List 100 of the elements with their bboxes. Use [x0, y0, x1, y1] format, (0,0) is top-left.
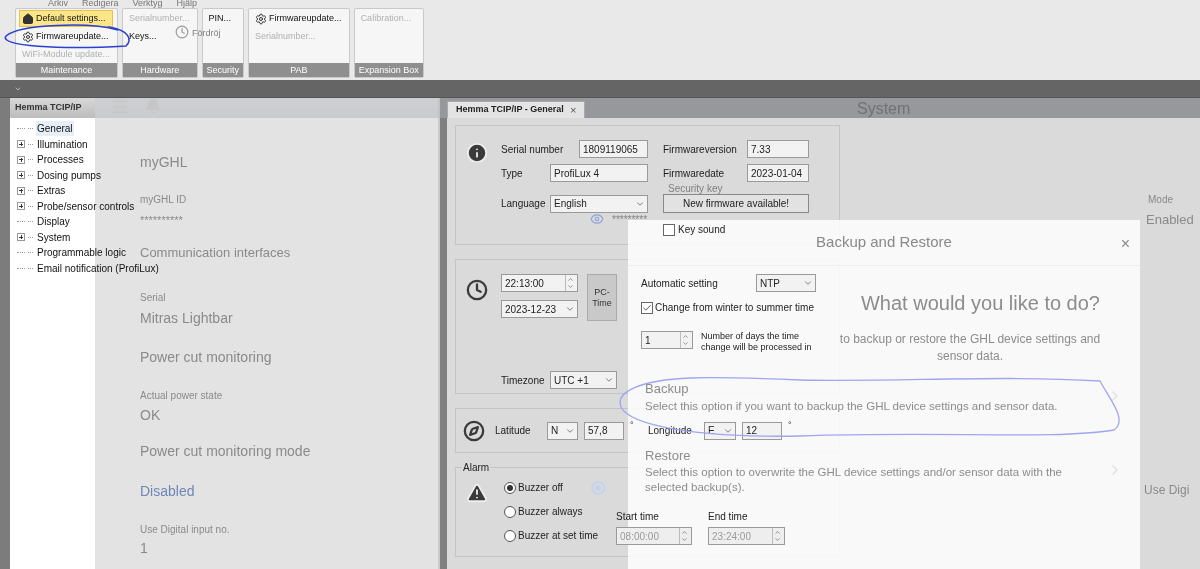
option-title: Restore [645, 446, 691, 465]
tree-item[interactable]: Dosing pumps [36, 167, 102, 183]
toolbar-label[interactable]: Fördröj [192, 27, 221, 41]
close-tab-button[interactable]: × [569, 101, 577, 119]
field-label: Timezone [501, 373, 546, 388]
ribbon-button[interactable]: Firmwareupdate... [19, 28, 114, 45]
option-description: Select this option to overwrite the GHL device settings and/or sensor data with the selected backup(s). [645, 465, 1063, 495]
menu-item[interactable]: Hjälp [176, 0, 198, 8]
field-label: Automatic setting [641, 276, 719, 291]
tree-item[interactable]: General [36, 121, 74, 137]
dropdown-caret-icon [565, 304, 575, 314]
background-text: Use Digi [1144, 482, 1190, 499]
latitude-direction-dropdown[interactable]: N [547, 421, 578, 440]
menu-item[interactable]: Arkiv [48, 0, 68, 8]
new-firmware-button[interactable]: New firmware available! [663, 194, 809, 213]
background-text: Security key [668, 182, 723, 196]
spin-arrows-icon [679, 528, 690, 544]
gear-icon [255, 12, 268, 25]
field-label: Firmwareversion [663, 142, 738, 157]
time-field[interactable]: 22:13:00 [501, 274, 578, 292]
expand-plus-icon[interactable] [17, 140, 25, 149]
ribbon-group-label: Expansion Box [354, 63, 423, 77]
background-text: Power cut monitoring mode [140, 442, 311, 461]
field-label: Serial number [501, 142, 565, 157]
automatic-setting-dropdown[interactable]: NTP [756, 274, 816, 292]
expand-plus-icon[interactable] [17, 233, 25, 242]
firmware-version-field[interactable]: 7.33 [747, 140, 809, 158]
field-label: Key sound [678, 223, 726, 237]
background-text: Mode [1148, 193, 1173, 207]
dropdown-caret-icon [604, 375, 614, 385]
house-icon [22, 12, 34, 25]
background-text: Power cut monitoring [140, 348, 272, 367]
field-label: Number of days the time change will be processed in [701, 331, 813, 353]
option-title: Backup [645, 380, 689, 398]
date-dropdown[interactable]: 2023-12-23 [501, 300, 578, 318]
spin-arrows-icon [772, 528, 783, 544]
ribbon-group-label: Hardware [123, 63, 197, 77]
days-spin-field[interactable]: 1 [641, 331, 693, 349]
document-tab[interactable]: Hemma TCIP/IP - General × [447, 101, 586, 118]
firmware-date-field[interactable]: 2023-01-04 [747, 164, 809, 182]
info-icon [466, 142, 488, 164]
language-dropdown[interactable]: English [550, 194, 648, 213]
tree-item[interactable]: Illumination [36, 136, 89, 152]
background-text: Serial [140, 291, 166, 305]
field-label: End time [708, 510, 749, 524]
ribbon-button[interactable]: Keys... [126, 28, 193, 45]
ribbon-button[interactable]: Firmwareupdate... [252, 10, 345, 27]
gear-icon [22, 30, 34, 43]
background-text: Communication interfaces [140, 244, 291, 262]
background-text: Disabled [140, 482, 195, 501]
field-label: Firmwaredate [663, 166, 726, 181]
field-label: Change from winter to summer time [655, 301, 814, 315]
timezone-dropdown[interactable]: UTC +1 [550, 371, 617, 389]
clock-icon [466, 279, 488, 301]
field-label: Longitude [648, 424, 693, 438]
expand-plus-icon[interactable] [17, 202, 25, 211]
option-description: Select this option if you want to backup the GHL device settings and sensor data. [645, 398, 1058, 414]
tree-item[interactable]: Email notification (ProfiLux) [36, 260, 160, 276]
background-text: ********* [612, 213, 648, 227]
background-text: Actual power state [140, 389, 223, 403]
clock-icon [175, 25, 189, 39]
type-field[interactable]: ProfiLux 4 [550, 164, 648, 182]
field-label: Buzzer at set time [518, 529, 599, 543]
radio-button[interactable] [504, 481, 516, 494]
warning-icon [466, 482, 488, 504]
expand-plus-icon[interactable] [17, 155, 25, 164]
background-text: 1 [140, 539, 148, 558]
tree-item[interactable]: System [36, 229, 72, 245]
ribbon-group-label: PAB [249, 63, 349, 77]
latitude-field[interactable]: 57,8 [584, 421, 624, 440]
dialog-description: to backup or restore the GHL device settings and sensor data. [838, 331, 1102, 365]
ribbon-button[interactable]: PIN... [205, 10, 240, 27]
background-text: ********** [140, 213, 183, 228]
radio-button[interactable] [504, 505, 516, 518]
expand-plus-icon[interactable] [17, 171, 25, 180]
background-text: Enabled [1146, 211, 1194, 229]
menu-item[interactable]: Verktyg [132, 0, 163, 8]
spin-arrows-icon [680, 332, 690, 348]
degree-unit: ° [788, 419, 792, 432]
field-label: Start time [616, 510, 660, 524]
expand-plus-icon[interactable] [17, 186, 25, 195]
radio-button[interactable] [504, 529, 516, 542]
tree-item[interactable]: Probe/sensor controls [36, 198, 136, 214]
tree-item[interactable]: Display [36, 214, 71, 230]
serial-number-field[interactable]: 1809119065 [579, 140, 648, 158]
tree-item[interactable]: Extras [36, 183, 67, 199]
pc-time-button[interactable]: PC-Time [587, 274, 617, 321]
tree-item[interactable]: Programmable logic [36, 245, 127, 261]
panel-title: Hemma TCIP/IP [15, 101, 82, 115]
tree-item[interactable]: Processes [36, 152, 85, 168]
field-label: Type [501, 166, 524, 181]
background-text: myGHL [140, 153, 188, 172]
dialog-question: What would you like to do? [860, 291, 1100, 316]
field-label: Language [501, 197, 547, 211]
ribbon-button[interactable]: Default settings... [19, 10, 114, 27]
ribbon-group-label: Maintenance [16, 63, 118, 77]
menu-item[interactable]: Redigera [82, 0, 119, 8]
spin-arrows-icon [565, 275, 575, 291]
field-label: Latitude [495, 424, 532, 438]
field-label: Buzzer off [518, 481, 563, 495]
